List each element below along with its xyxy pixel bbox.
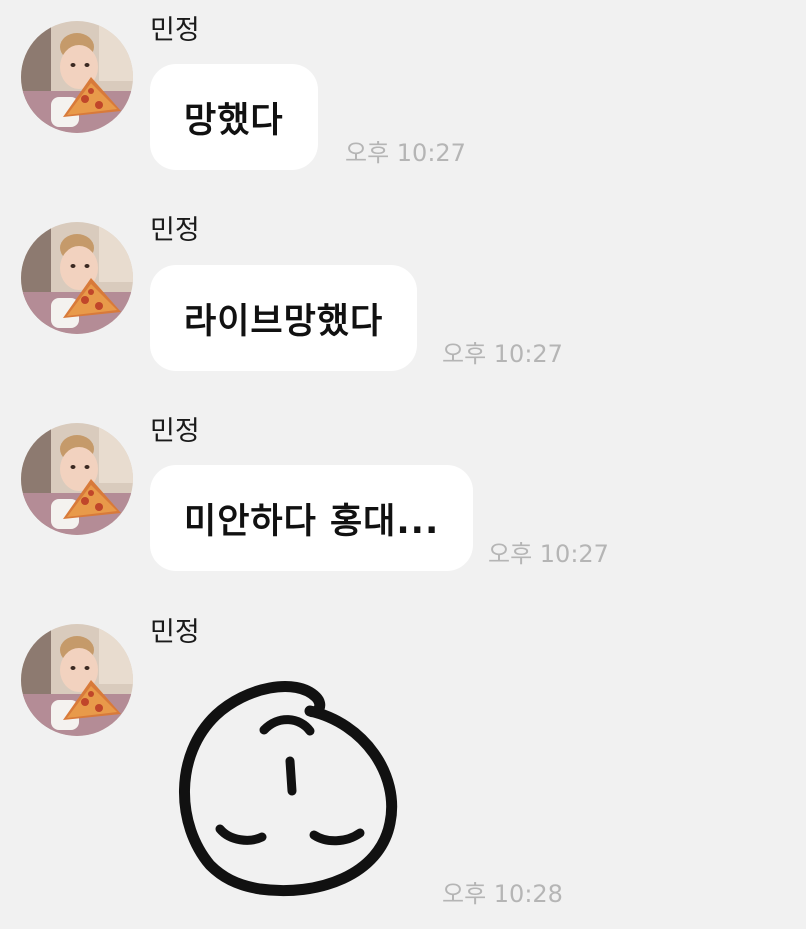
sender-name: 민정 [150,617,200,648]
avatar[interactable] [21,624,133,736]
sender-name: 민정 [150,416,200,447]
message-text: 망했다 [184,100,284,141]
avatar-photo [21,222,133,334]
avatar[interactable] [21,222,133,334]
sender-name: 민정 [150,15,200,46]
message-time: 오후 10:28 [442,880,563,908]
message-bubble[interactable]: 라이브망했다 [150,265,418,371]
sleepy-face-sticker[interactable] [168,675,408,900]
message-bubble[interactable]: 미안하다 홍대... [150,465,474,571]
message-text: 라이브망했다 [184,301,384,342]
sender-name: 민정 [150,215,200,246]
message-time: 오후 10:27 [442,340,563,368]
avatar-photo [21,423,133,535]
message-bubble[interactable]: 망했다 [150,64,318,170]
message-time: 오후 10:27 [345,139,466,167]
message-time: 오후 10:27 [488,540,609,568]
avatar[interactable] [21,423,133,535]
avatar[interactable] [21,21,133,133]
message-text: 미안하다 홍대... [184,501,440,542]
avatar-photo [21,21,133,133]
avatar-photo [21,624,133,736]
